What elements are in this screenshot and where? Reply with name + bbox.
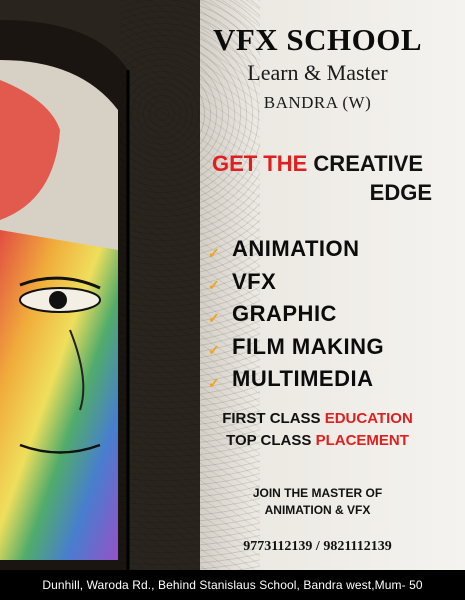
list-item: ✓ MULTIMEDIA — [208, 363, 384, 396]
list-item: ✓ ANIMATION — [208, 233, 384, 266]
eye-pupil — [49, 291, 67, 309]
check-icon: ✓ — [208, 342, 220, 359]
course-label: VFX — [232, 268, 277, 294]
join-line-2: ANIMATION & VFX — [264, 503, 371, 517]
check-icon: ✓ — [208, 244, 220, 261]
tagline-line-2: EDGE — [369, 180, 432, 205]
education-highlight: EDUCATION — [324, 410, 413, 427]
address-bar: Dunhill, Waroda Rd., Behind Stanislaus S… — [0, 570, 465, 600]
course-label: GRAPHIC — [232, 301, 337, 327]
education-line: FIRST CLASS EDUCATION — [170, 410, 465, 427]
check-icon: ✓ — [208, 277, 220, 294]
check-icon: ✓ — [208, 309, 220, 326]
check-icon: ✓ — [208, 374, 220, 391]
join-line-1: JOIN THE MASTER OF — [252, 486, 383, 500]
phone-numbers: 9773112139 / 9821112139 — [243, 539, 392, 554]
school-title: VFX SCHOOL — [212, 22, 423, 57]
school-location: BANDRA (W) — [263, 93, 372, 112]
course-label: MULTIMEDIA — [232, 366, 374, 392]
poster-content: VFX SCHOOL Learn & Master BANDRA (W) GET… — [170, 0, 465, 570]
tagline-line-1: GET THE CREATIVE — [170, 151, 465, 177]
tagline-black-text: CREATIVE — [313, 151, 424, 176]
list-item: ✓ FILM MAKING — [208, 331, 384, 364]
course-label: ANIMATION — [232, 236, 360, 262]
placement-line: TOP CLASS PLACEMENT — [170, 432, 465, 449]
education-prefix: FIRST CLASS — [222, 410, 321, 427]
placement-highlight: PLACEMENT — [315, 432, 409, 449]
course-label: FILM MAKING — [232, 333, 385, 359]
list-item: ✓ GRAPHIC — [208, 298, 384, 331]
list-item: ✓ VFX — [208, 266, 384, 299]
tagline-red-text: GET THE — [211, 151, 308, 176]
placement-prefix: TOP CLASS — [226, 432, 312, 449]
address-text: Dunhill, Waroda Rd., Behind Stanislaus S… — [42, 578, 423, 592]
course-list: ✓ ANIMATION ✓ VFX ✓ GRAPHIC ✓ FILM MAKIN… — [208, 233, 384, 396]
school-subtitle: Learn & Master — [247, 60, 388, 85]
